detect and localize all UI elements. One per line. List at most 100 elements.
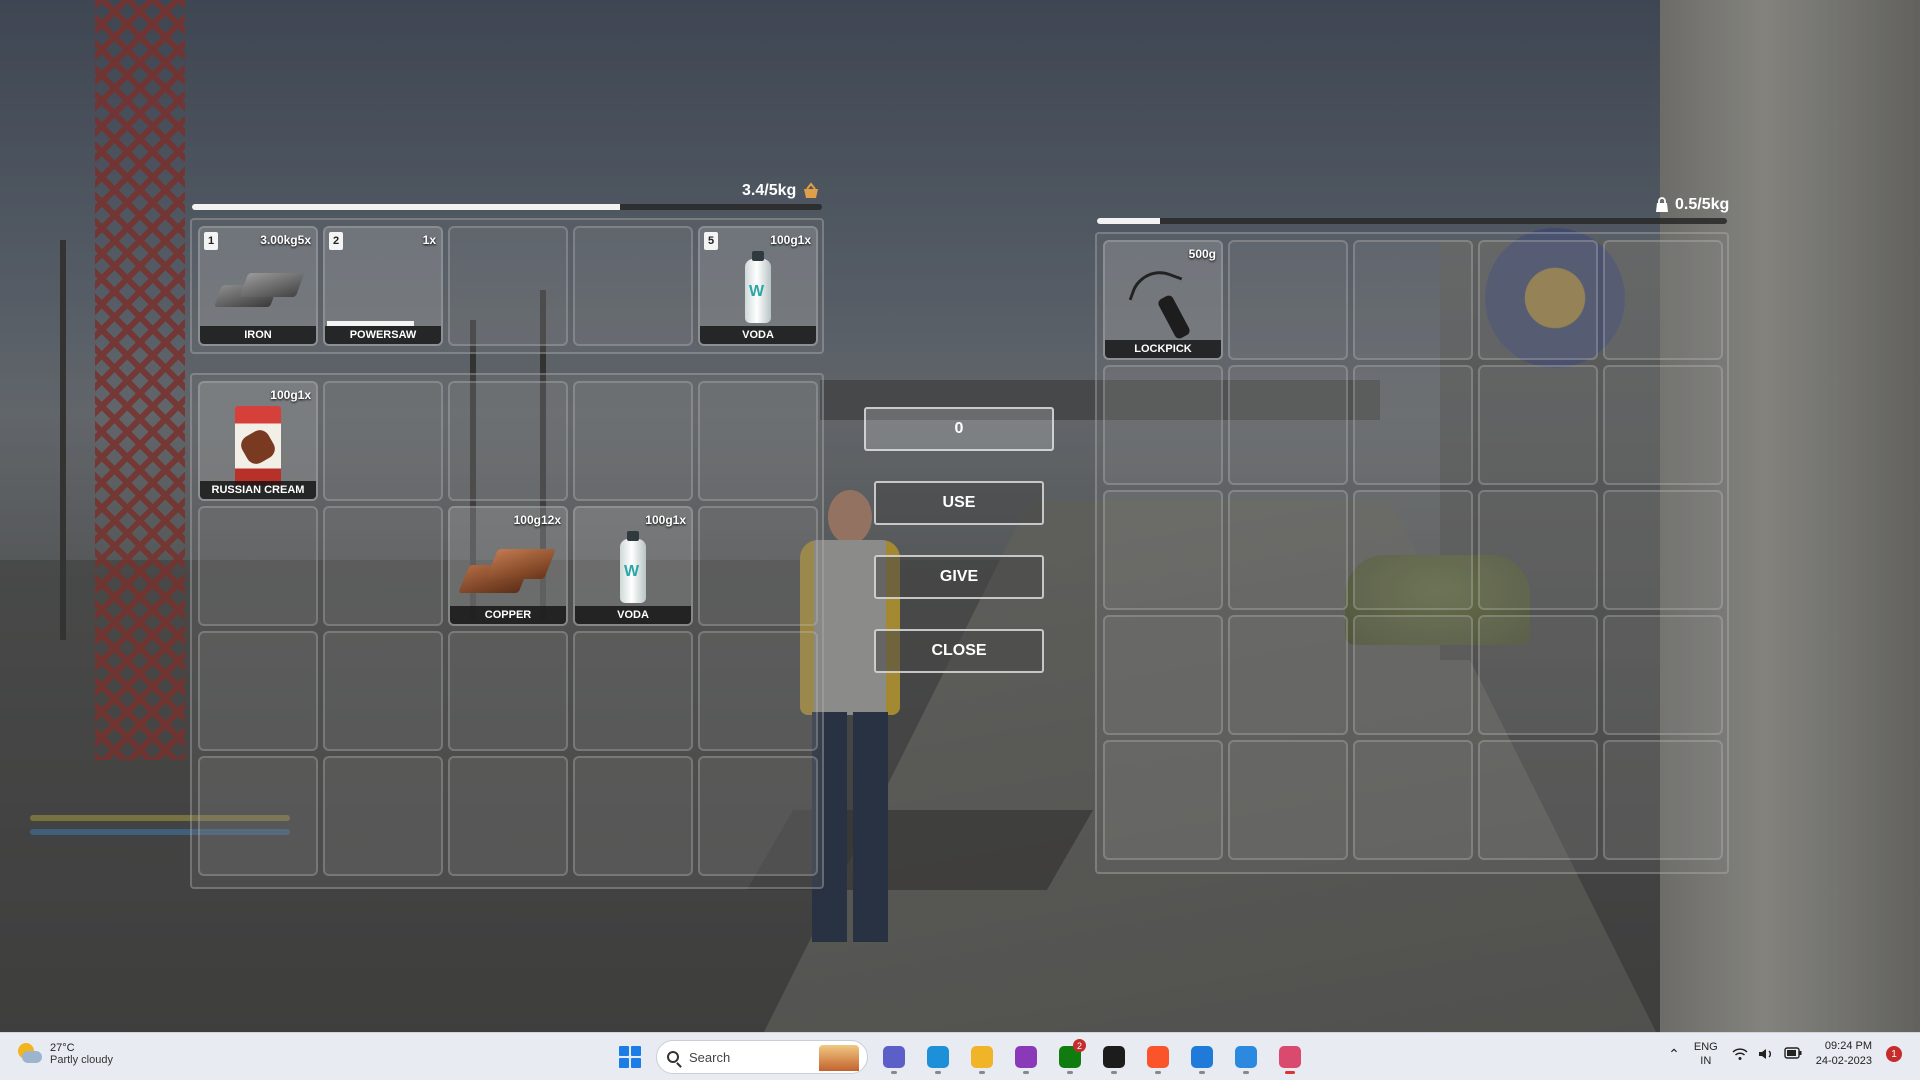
meet-taskbar-button[interactable] (876, 1039, 912, 1075)
inventory-slot-empty[interactable] (1103, 490, 1223, 610)
slot-number: 5 (704, 232, 718, 250)
inventory-slot-empty[interactable] (1478, 490, 1598, 610)
windows-start-icon[interactable] (612, 1039, 648, 1075)
player-item-grid: 100g1x RUSSIAN CREAM 100g12x COPPER 100g1x VO… (198, 381, 818, 876)
player-weight-bar (192, 204, 822, 210)
snipping-tool-taskbar-button[interactable] (1272, 1039, 1308, 1075)
item-weight-count: 1x (422, 233, 436, 247)
clock-date: 24-02-2023 (1815, 1055, 1872, 1067)
player-item-grid-box: 100g1x RUSSIAN CREAM 100g12x COPPER 100g1x VO… (190, 373, 824, 889)
inventory-slot-iron[interactable]: 1 3.00kg5x IRON (198, 226, 318, 346)
system-tray: ⌃ ENG IN 09:24 PM 24-02-2023 1 (1668, 1039, 1902, 1069)
inventory-slot-empty[interactable] (1353, 365, 1473, 485)
item-label: IRON (200, 326, 316, 344)
taskbar-search[interactable]: Search (656, 1040, 868, 1074)
inventory-slot-empty[interactable] (698, 506, 818, 626)
other-weight-bar-fill (1097, 218, 1160, 224)
inventory-slot-powersaw[interactable]: 2 1x POWERSAW (323, 226, 443, 346)
inventory-slot-empty[interactable] (448, 631, 568, 751)
inventory-slot-empty[interactable] (1353, 615, 1473, 735)
hotbar-grid: 1 3.00kg5x IRON 2 1x POWERSAW 5 100g1x VODA (198, 226, 818, 346)
inventory-slot-empty[interactable] (1478, 240, 1598, 360)
inventory-slot-voda[interactable]: 5 100g1x VODA (698, 226, 818, 346)
inventory-slot-empty[interactable] (198, 631, 318, 751)
weather-temperature: 27°C (50, 1042, 75, 1054)
inventory-slot-empty[interactable] (1603, 365, 1723, 485)
inventory-slot-empty[interactable] (448, 226, 568, 346)
chevron-up-icon[interactable]: ⌃ (1668, 1046, 1680, 1063)
terminal-taskbar-button[interactable] (1096, 1039, 1132, 1075)
inventory-slot-empty[interactable] (448, 756, 568, 876)
battery-icon (1784, 1047, 1802, 1059)
inventory-slot-empty[interactable] (1603, 615, 1723, 735)
inventory-slot-empty[interactable] (1603, 240, 1723, 360)
inventory-slot-empty[interactable] (448, 381, 568, 501)
inventory-slot-empty[interactable] (698, 631, 818, 751)
inventory-slot-copper[interactable]: 100g12x COPPER (448, 506, 568, 626)
inventory-slot-empty[interactable] (573, 756, 693, 876)
inventory-slot-empty[interactable] (1603, 740, 1723, 860)
item-label: VODA (575, 606, 691, 624)
inventory-slot-empty[interactable] (573, 226, 693, 346)
app-blue-taskbar-button[interactable] (1228, 1039, 1264, 1075)
inventory-slot-empty[interactable] (1353, 490, 1473, 610)
inventory-slot-empty[interactable] (1228, 365, 1348, 485)
inventory-slot-empty[interactable] (198, 506, 318, 626)
inventory-slot-empty[interactable] (1228, 740, 1348, 860)
inventory-slot-lockpick[interactable]: 500g LOCKPICK (1103, 240, 1223, 360)
file-explorer-taskbar-button[interactable] (964, 1039, 1000, 1075)
inventory-slot-empty[interactable] (1228, 490, 1348, 610)
inventory-slot-empty[interactable] (323, 631, 443, 751)
use-button[interactable]: USE (874, 481, 1044, 525)
inventory-slot-empty[interactable] (198, 756, 318, 876)
inventory-slot-empty[interactable] (1478, 365, 1598, 485)
taskbar-apps: 2 (876, 1039, 1308, 1075)
system-icons[interactable] (1732, 1047, 1802, 1061)
vscode-taskbar-button[interactable] (1184, 1039, 1220, 1075)
lockpick-item-icon (1128, 269, 1198, 341)
edge-taskbar-button[interactable] (920, 1039, 956, 1075)
give-button[interactable]: GIVE (874, 555, 1044, 599)
inventory-slot-empty[interactable] (323, 506, 443, 626)
brave-taskbar-button[interactable] (1140, 1039, 1176, 1075)
clock[interactable]: 09:24 PM 24-02-2023 (1816, 1039, 1872, 1069)
edge-icon (927, 1046, 949, 1068)
partly-cloudy-icon (16, 1041, 42, 1067)
inventory-slot-empty[interactable] (1478, 740, 1598, 860)
close-button[interactable]: CLOSE (874, 629, 1044, 673)
inventory-slot-empty[interactable] (1103, 365, 1223, 485)
language-code: ENG (1693, 1041, 1718, 1053)
meet-icon (883, 1046, 905, 1068)
inventory-slot-empty[interactable] (1103, 615, 1223, 735)
inventory-slot-empty[interactable] (323, 756, 443, 876)
inventory-slot-empty[interactable] (1353, 740, 1473, 860)
inventory-slot-empty[interactable] (323, 381, 443, 501)
item-label: RUSSIAN CREAM (200, 481, 316, 499)
inventory-slot-empty[interactable] (1103, 740, 1223, 860)
other-weight-text: 0.5/5kg (1675, 196, 1730, 213)
inventory-slot-empty[interactable] (573, 631, 693, 751)
app-purple-taskbar-button[interactable] (1008, 1039, 1044, 1075)
inventory-slot-russian-cream[interactable]: 100g1x RUSSIAN CREAM (198, 381, 318, 501)
notification-badge[interactable]: 1 (1886, 1046, 1902, 1062)
search-icon (667, 1051, 679, 1063)
item-weight-count: 100g1x (645, 513, 686, 527)
inventory-slot-empty[interactable] (1603, 490, 1723, 610)
language-indicator[interactable]: ENG IN (1694, 1040, 1718, 1068)
inventory-slot-empty[interactable] (698, 381, 818, 501)
inventory-slot-empty[interactable] (698, 756, 818, 876)
search-placeholder: Search (689, 1049, 731, 1065)
wifi-icon (1732, 1048, 1748, 1060)
inventory-slot-empty[interactable] (1478, 615, 1598, 735)
weather-widget[interactable]: 27°C Partly cloudy (16, 1041, 113, 1067)
xbox-taskbar-button[interactable]: 2 (1052, 1039, 1088, 1075)
inventory-slot-empty[interactable] (573, 381, 693, 501)
inventory-slot-voda[interactable]: 100g1x VODA (573, 506, 693, 626)
inventory-slot-empty[interactable] (1228, 240, 1348, 360)
inventory-slot-empty[interactable] (1228, 615, 1348, 735)
inventory-slot-empty[interactable] (1353, 240, 1473, 360)
bag-icon (1656, 197, 1668, 212)
player-weight: 3.4/5kg (742, 182, 820, 200)
amount-input[interactable] (864, 407, 1054, 451)
vscode-icon (1191, 1046, 1213, 1068)
